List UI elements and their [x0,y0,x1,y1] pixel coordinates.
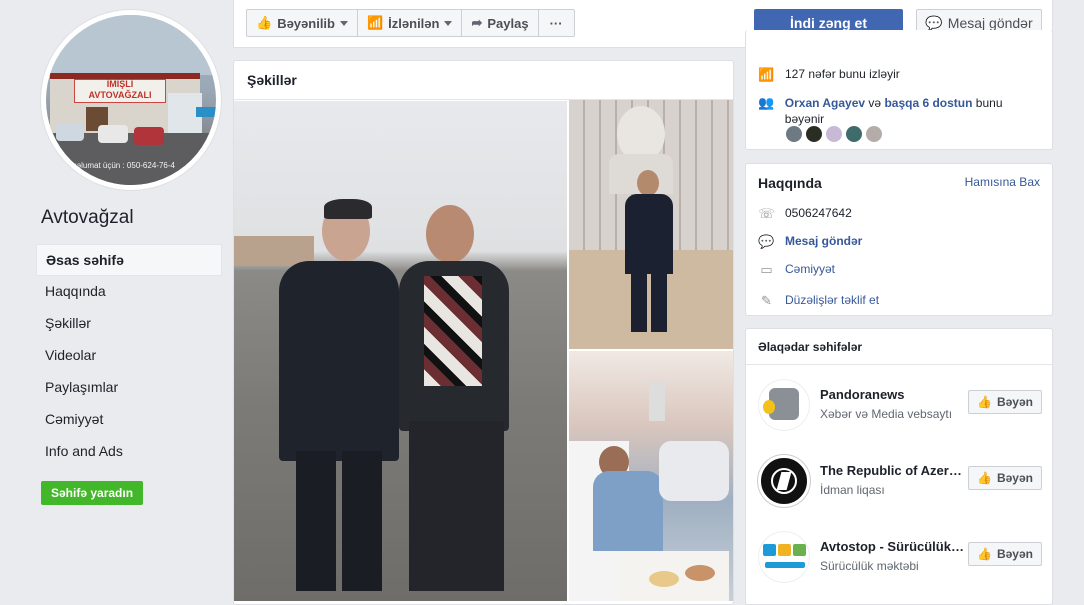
like-label: Bəyən [996,395,1033,409]
nav-item-community[interactable]: Cəmiyyət [36,404,222,436]
share-label: Paylaş [487,15,529,31]
friend-avatars [786,126,882,142]
chevron-down-icon [444,20,453,26]
nav-item-photos[interactable]: Şəkillər [36,308,222,340]
like-page-button[interactable]: 👍 Bəyən [968,390,1042,414]
avatar[interactable] [866,126,882,142]
avatar[interactable] [846,126,862,142]
related-page-item: Pandoranews Xəbər və Media vebsaytı 👍 Bə… [758,379,1042,435]
page-avatar[interactable]: İMİŞLİ AVTOVAĞZALI məlumat üçün : 050-62… [41,10,221,190]
phone-icon: ☏ [758,206,775,221]
nav-item-posts[interactable]: Paylaşımlar [36,372,222,404]
about-message-link[interactable]: Mesaj göndər [785,234,862,248]
avatar[interactable] [786,126,802,142]
related-page-name[interactable]: Avtostop - Sürücülük Məktəbi [820,539,966,554]
following-button[interactable]: 📶 İzlənilən [356,9,463,37]
avatar[interactable] [826,126,842,142]
photos-card: Şəkillər [233,60,734,605]
related-page-name[interactable]: The Republic of Azerbaijan [820,463,966,478]
rss-icon: 📶 [758,67,775,82]
avatar-image: İMİŞLİ AVTOVAĞZALI məlumat üçün : 050-62… [46,15,216,185]
friend-link[interactable]: Orxan Agayev [785,96,865,110]
suggest-edits-link[interactable]: Düzəlişlər təklif et [785,293,879,307]
category-icon: ▭ [760,262,773,277]
related-page-category: İdman liqası [820,483,885,497]
nav-item-about[interactable]: Haqqında [36,276,222,308]
like-label: Bəyən [996,471,1033,485]
share-arrow-icon: ➦ [471,15,483,30]
like-label: Bəyən [996,547,1033,561]
liked-label: Bəyənilib [277,15,335,31]
rss-icon: 📶 [366,15,384,30]
about-title[interactable]: Haqqında [758,175,822,191]
thumbs-up-icon: 👍 [977,395,992,409]
more-button[interactable]: ··· [537,9,575,37]
related-title: Əlaqədar səhifələr [758,340,863,354]
avatar[interactable] [806,126,822,142]
avtostop-logo[interactable] [758,531,810,583]
followers-count: 127 nəfər bunu izləyir [785,67,900,81]
like-page-button[interactable]: 👍 Bəyən [968,542,1042,566]
pencil-icon: ✎ [761,293,772,308]
send-message-label: Mesaj göndər [947,15,1033,31]
nav-item-info-ads[interactable]: Info and Ads [36,436,222,468]
related-page-item: The Republic of Azerbaijan İdman liqası … [758,455,1042,511]
thumbs-up-icon: 👍 [977,471,992,485]
other-friends-link[interactable]: başqa 6 dostun [884,96,972,110]
more-dots-icon: ··· [549,15,563,31]
about-card: Haqqında Hamısına Bax ☏ 0506247642 💬 Mes… [745,163,1053,316]
messenger-icon: 💬 [925,14,943,31]
photo-bottom-right[interactable] [569,351,733,601]
likes-conjunction: və [868,96,882,110]
chevron-down-icon [339,20,348,26]
related-page-item: Avtostop - Sürücülük Məktəbi Sürücülük m… [758,531,1042,587]
page-nav: Əsas səhifə Haqqında Şəkillər Videolar P… [36,244,222,468]
share-button[interactable]: ➦ Paylaş [461,9,539,37]
messenger-icon: 💬 [758,234,775,249]
related-page-name[interactable]: Pandoranews [820,387,966,402]
nav-item-videos[interactable]: Videolar [36,340,222,372]
page-title[interactable]: Avtovağzal [41,207,134,229]
create-page-button[interactable]: Səhifə yaradın [41,481,144,505]
related-page-category: Xəbər və Media vebsaytı [820,407,953,421]
phone-number[interactable]: 0506247642 [785,206,852,220]
league-logo[interactable] [758,455,810,507]
nav-item-home[interactable]: Əsas səhifə [36,244,222,276]
photos-title[interactable]: Şəkillər [247,72,297,88]
see-all-link[interactable]: Hamısına Bax [965,175,1040,189]
people-icon: 👥 [758,95,775,110]
related-page-category: Sürücülük məktəbi [820,559,919,573]
related-pages-card: Əlaqədar səhifələr Pandoranews Xəbər və … [745,328,1053,605]
category-link[interactable]: Cəmiyyət [785,262,835,276]
pandoranews-logo[interactable] [758,379,810,431]
thumbs-up-icon: 👍 [256,15,273,30]
avatar-sign-text: İMİŞLİ AVTOVAĞZALI [88,79,152,100]
thumbs-up-icon: 👍 [977,547,992,561]
like-page-button[interactable]: 👍 Bəyən [968,466,1042,490]
avatar-caption: məlumat üçün : 050-624-76-4 [70,161,175,170]
community-card: 📶 127 nəfər bunu izləyir 👥 Orxan Agayev … [745,30,1053,150]
following-label: İzlənilən [388,15,440,31]
photo-main[interactable] [234,101,567,601]
photo-top-right[interactable] [569,100,733,349]
liked-button[interactable]: 👍 Bəyənilib [246,9,358,37]
